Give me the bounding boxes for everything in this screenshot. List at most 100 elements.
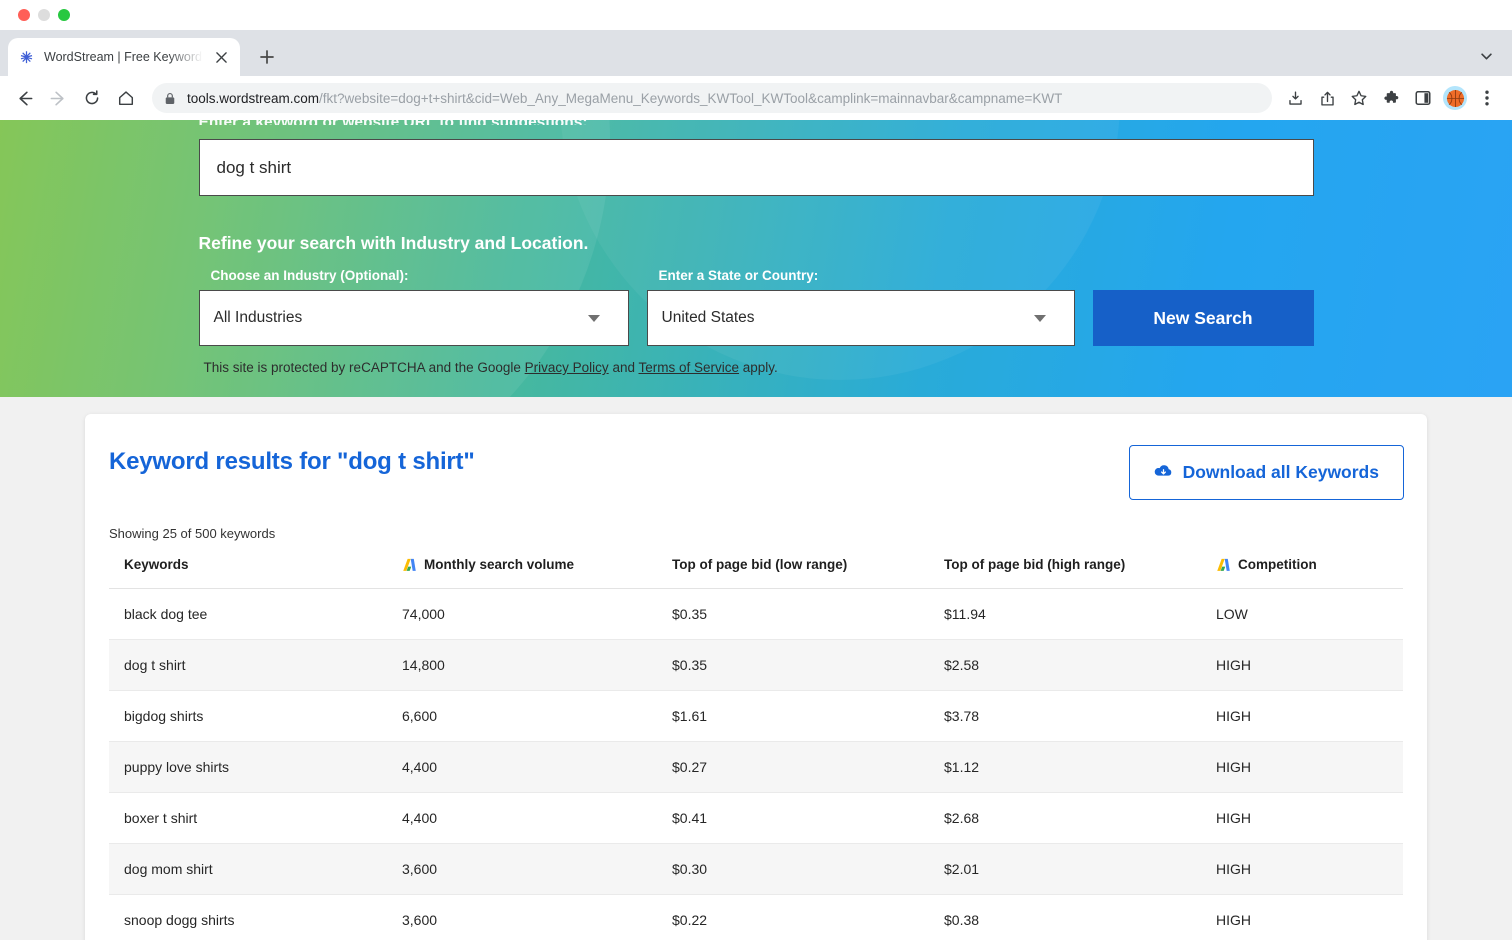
location-select[interactable]: United States bbox=[646, 290, 1075, 346]
reload-icon[interactable] bbox=[76, 82, 108, 114]
window-zoom-button[interactable] bbox=[58, 9, 70, 21]
cell-monthly-search-volume: 4,400 bbox=[402, 741, 672, 793]
download-all-keywords-label: Download all Keywords bbox=[1182, 462, 1379, 482]
table-row: puppy love shirts 4,400 $0.27 $1.12 HIGH bbox=[109, 741, 1403, 793]
table-header: Keywords Monthly search volume Top of pa… bbox=[109, 557, 1403, 589]
table-row: snoop dogg shirts 3,600 $0.22 $0.38 HIGH bbox=[109, 894, 1403, 940]
tab-title: WordStream | Free Keyword To bbox=[44, 50, 203, 64]
new-tab-button[interactable] bbox=[252, 42, 282, 72]
chrome-menu-icon[interactable] bbox=[1472, 83, 1502, 113]
cell-competition: HIGH bbox=[1216, 843, 1403, 895]
column-header-monthly-search-volume[interactable]: Monthly search volume bbox=[402, 557, 672, 589]
terms-of-service-link[interactable]: Terms of Service bbox=[638, 360, 739, 375]
results-card: Keyword results for "dog t shirt" Downlo… bbox=[85, 414, 1427, 940]
table-row: black dog tee 74,000 $0.35 $11.94 LOW bbox=[109, 588, 1403, 640]
table-row: dog t shirt 14,800 $0.35 $2.58 HIGH bbox=[109, 639, 1403, 691]
new-search-button[interactable]: New Search bbox=[1092, 290, 1314, 346]
table-body: black dog tee 74,000 $0.35 $11.94 LOW dog t s… bbox=[109, 588, 1403, 940]
chevron-down-icon bbox=[587, 314, 600, 322]
column-header-top-of-page-bid-low[interactable]: Top of page bid (low range) bbox=[672, 557, 944, 589]
location-label: Enter a State or Country: bbox=[658, 268, 819, 283]
cell-keyword: boxer t shirt bbox=[109, 792, 402, 844]
download-all-keywords-button[interactable]: Download all Keywords bbox=[1128, 445, 1404, 500]
column-header-label: Monthly search volume bbox=[424, 557, 575, 572]
recaptcha-suffix: apply. bbox=[739, 360, 778, 375]
cell-competition: HIGH bbox=[1216, 741, 1403, 793]
chevron-down-icon[interactable] bbox=[1472, 42, 1500, 70]
page-viewport: Enter a keyword or website URL to find s… bbox=[0, 120, 1512, 940]
cell-bid-low: $0.35 bbox=[672, 588, 944, 640]
column-header-competition[interactable]: Competition bbox=[1216, 557, 1403, 589]
privacy-policy-link[interactable]: Privacy Policy bbox=[525, 360, 609, 375]
industry-select-value: All Industries bbox=[213, 309, 303, 326]
window-minimize-button[interactable] bbox=[38, 9, 50, 21]
home-icon[interactable] bbox=[110, 82, 142, 114]
cell-bid-high: $11.94 bbox=[944, 588, 1216, 640]
showing-count-text: Showing 25 of 500 keywords bbox=[109, 526, 276, 541]
cell-bid-high: $1.12 bbox=[944, 741, 1216, 793]
cell-bid-low: $0.35 bbox=[672, 639, 944, 691]
profile-avatar[interactable] bbox=[1440, 83, 1470, 113]
results-header: Keyword results for "dog t shirt" Downlo… bbox=[109, 445, 1404, 500]
keyword-input[interactable]: dog t shirt bbox=[198, 139, 1314, 196]
industry-select[interactable]: All Industries bbox=[198, 290, 629, 346]
cell-bid-high: $0.38 bbox=[944, 894, 1216, 940]
cell-monthly-search-volume: 14,800 bbox=[402, 639, 672, 691]
wordstream-asterisk-icon bbox=[18, 49, 35, 66]
url-path: /fkt?website=dog+t+shirt&cid=Web_Any_Meg… bbox=[319, 90, 1063, 106]
address-bar[interactable]: tools.wordstream.com/fkt?website=dog+t+s… bbox=[152, 83, 1272, 113]
window-controls bbox=[18, 9, 70, 21]
browser-tab[interactable]: WordStream | Free Keyword To bbox=[8, 38, 240, 76]
cell-bid-high: $2.68 bbox=[944, 792, 1216, 844]
recaptcha-prefix: This site is protected by reCAPTCHA and … bbox=[203, 360, 525, 375]
cloud-download-icon bbox=[1154, 462, 1173, 483]
cell-bid-low: $1.61 bbox=[672, 690, 944, 742]
cell-monthly-search-volume: 6,600 bbox=[402, 690, 672, 742]
cell-competition: HIGH bbox=[1216, 792, 1403, 844]
column-header-top-of-page-bid-high[interactable]: Top of page bid (high range) bbox=[944, 557, 1216, 589]
cell-keyword: snoop dogg shirts bbox=[109, 894, 402, 940]
google-ads-icon bbox=[402, 558, 417, 572]
browser-tabstrip: WordStream | Free Keyword To bbox=[0, 30, 1512, 76]
industry-label: Choose an Industry (Optional): bbox=[210, 268, 409, 283]
page-title: Keyword results for "dog t shirt" bbox=[109, 448, 475, 475]
side-panel-icon[interactable] bbox=[1408, 83, 1438, 113]
column-header-keywords[interactable]: Keywords bbox=[109, 557, 402, 589]
industry-field-group: Choose an Industry (Optional): All Indus… bbox=[198, 268, 629, 346]
keyword-results-table: Keywords Monthly search volume Top of pa… bbox=[109, 557, 1403, 940]
url-domain: tools.wordstream.com bbox=[187, 90, 320, 106]
cell-keyword: dog t shirt bbox=[109, 639, 402, 691]
address-bar-url: tools.wordstream.com/fkt?website=dog+t+s… bbox=[187, 91, 1062, 106]
share-icon[interactable] bbox=[1312, 83, 1342, 113]
google-ads-icon bbox=[1216, 558, 1231, 572]
column-header-label: Top of page bid (high range) bbox=[944, 557, 1126, 572]
cell-keyword: puppy love shirts bbox=[109, 741, 402, 793]
location-select-value: United States bbox=[661, 309, 755, 326]
window-close-button[interactable] bbox=[18, 9, 30, 21]
bookmark-star-icon[interactable] bbox=[1344, 83, 1374, 113]
cell-monthly-search-volume: 74,000 bbox=[402, 588, 672, 640]
cell-bid-low: $0.41 bbox=[672, 792, 944, 844]
cell-bid-low: $0.22 bbox=[672, 894, 944, 940]
table-row: bigdog shirts 6,600 $1.61 $3.78 HIGH bbox=[109, 690, 1403, 742]
cell-bid-high: $2.58 bbox=[944, 639, 1216, 691]
cell-monthly-search-volume: 4,400 bbox=[402, 792, 672, 844]
cell-competition: HIGH bbox=[1216, 639, 1403, 691]
cell-keyword: black dog tee bbox=[109, 588, 402, 640]
keyword-search-hero: Enter a keyword or website URL to find s… bbox=[0, 120, 1512, 397]
close-icon[interactable] bbox=[212, 48, 230, 66]
arrow-left-icon[interactable] bbox=[8, 82, 40, 114]
cell-competition: LOW bbox=[1216, 588, 1403, 640]
table-row: dog mom shirt 3,600 $0.30 $2.01 HIGH bbox=[109, 843, 1403, 895]
column-header-label: Top of page bid (low range) bbox=[672, 557, 848, 572]
refine-heading: Refine your search with Industry and Loc… bbox=[198, 233, 589, 253]
download-icon[interactable] bbox=[1280, 83, 1310, 113]
cell-keyword: dog mom shirt bbox=[109, 843, 402, 895]
lock-icon bbox=[164, 92, 177, 105]
cell-competition: HIGH bbox=[1216, 894, 1403, 940]
arrow-right-icon[interactable] bbox=[42, 82, 74, 114]
extensions-puzzle-icon[interactable] bbox=[1376, 83, 1406, 113]
recaptcha-disclaimer: This site is protected by reCAPTCHA and … bbox=[199, 360, 1314, 375]
chevron-down-icon bbox=[1033, 314, 1046, 322]
table-row: boxer t shirt 4,400 $0.41 $2.68 HIGH bbox=[109, 792, 1403, 844]
